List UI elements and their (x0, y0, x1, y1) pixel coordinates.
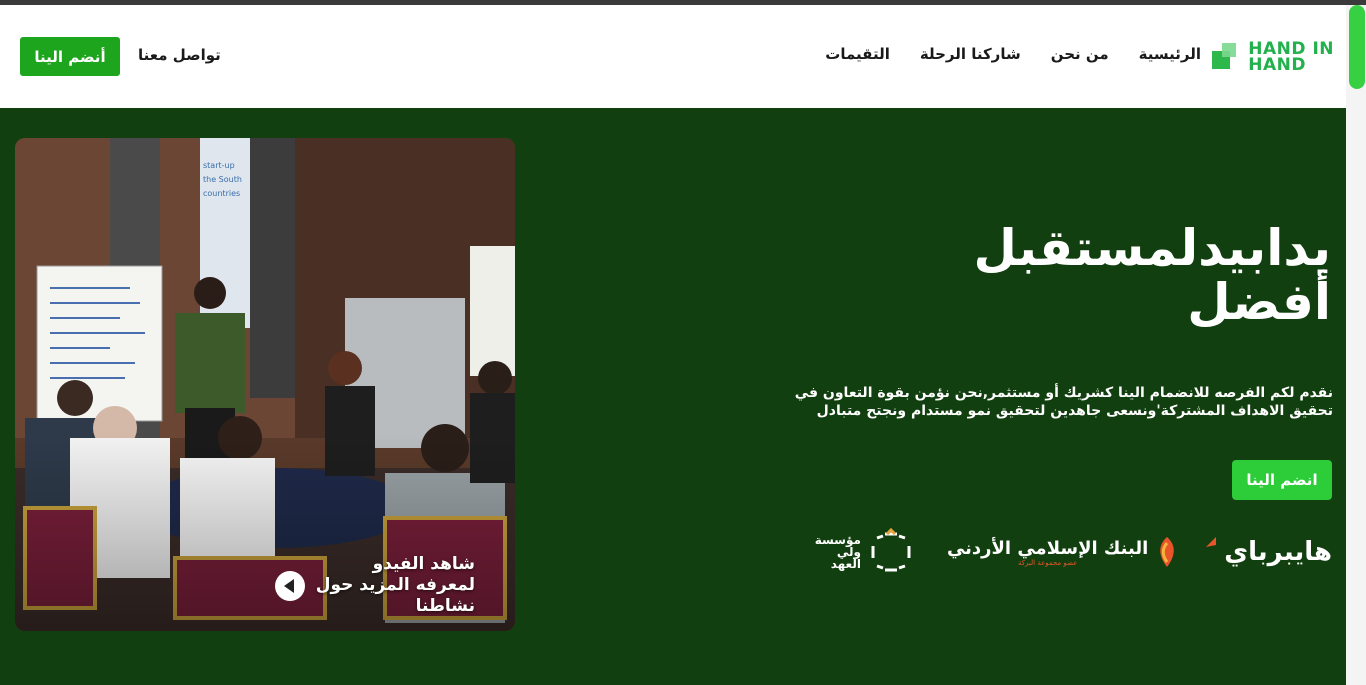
partner-logos: مؤسسة ولي العهد البنك الإسلامي الأردني ع… (815, 528, 1332, 576)
hyperpay-wordmark: هايبرباي (1224, 537, 1332, 567)
scrollbar-track[interactable] (1346, 5, 1366, 685)
hero-headline-line-1: يدابيدلمستقبل (973, 219, 1331, 277)
nav-item-home[interactable]: الرئيسية (1139, 45, 1201, 63)
play-icon[interactable] (275, 570, 305, 601)
waliahd-logo-icon (871, 528, 911, 572)
bank-logo-icon (1160, 537, 1175, 567)
nav-item-journey[interactable]: شاركنا الرحلة (920, 45, 1021, 63)
hero-headline: يدابيدلمستقبل أفضل (811, 221, 1331, 329)
hero-section: start-up the South countries (0, 108, 1347, 685)
join-us-hero-button[interactable]: انضم الينا (1232, 460, 1332, 500)
partner-hyperpay[interactable]: هايبرباي (1206, 537, 1332, 567)
bank-name: البنك الإسلامي الأردني (946, 537, 1149, 559)
workshop-photo[interactable]: start-up the South countries (15, 138, 515, 631)
hero-description: نقدم لكم الفرصه للانضمام الينا كشريك أو … (794, 385, 1333, 419)
scrollbar-thumb[interactable] (1349, 5, 1365, 89)
bank-subtitle: عضو مجموعة البركة (1017, 558, 1078, 567)
nav-item-reviews[interactable]: التقيمات (825, 45, 890, 63)
join-us-nav-button[interactable]: أنضم الينا (20, 37, 120, 76)
main-nav: الرئيسية من نحن شاركنا الرحلة التقيمات (825, 45, 1201, 63)
contact-us-link[interactable]: تواصل معنا (138, 46, 221, 64)
partner-waliahd-foundation[interactable]: مؤسسة ولي العهد (815, 528, 915, 576)
site-header: HAND IN HAND الرئيسية من نحن شاركنا الرح… (0, 5, 1366, 108)
watch-video-cta[interactable]: شاهد الفيدو لمعرفه المزيد حول نشاطنا (275, 554, 475, 617)
logo-mark-icon (1210, 41, 1242, 73)
logo-line-2: HAND (1248, 55, 1307, 75)
waliahd-line-3: العهد (830, 557, 861, 571)
waliahd-text: مؤسسة ولي العهد (815, 534, 861, 570)
hyperpay-accent-icon (1206, 537, 1217, 547)
watch-video-text: شاهد الفيدو لمعرفه المزيد حول نشاطنا (315, 554, 475, 616)
logo-wordmark: HAND IN HAND (1248, 41, 1334, 75)
partner-jordan-islamic-bank[interactable]: البنك الإسلامي الأردني عضو مجموعة البركة (947, 535, 1180, 569)
hero-headline-line-2: أفضل (1187, 273, 1331, 331)
hand-in-hand-logo[interactable]: HAND IN HAND (1210, 41, 1334, 75)
nav-item-about[interactable]: من نحن (1051, 45, 1109, 63)
